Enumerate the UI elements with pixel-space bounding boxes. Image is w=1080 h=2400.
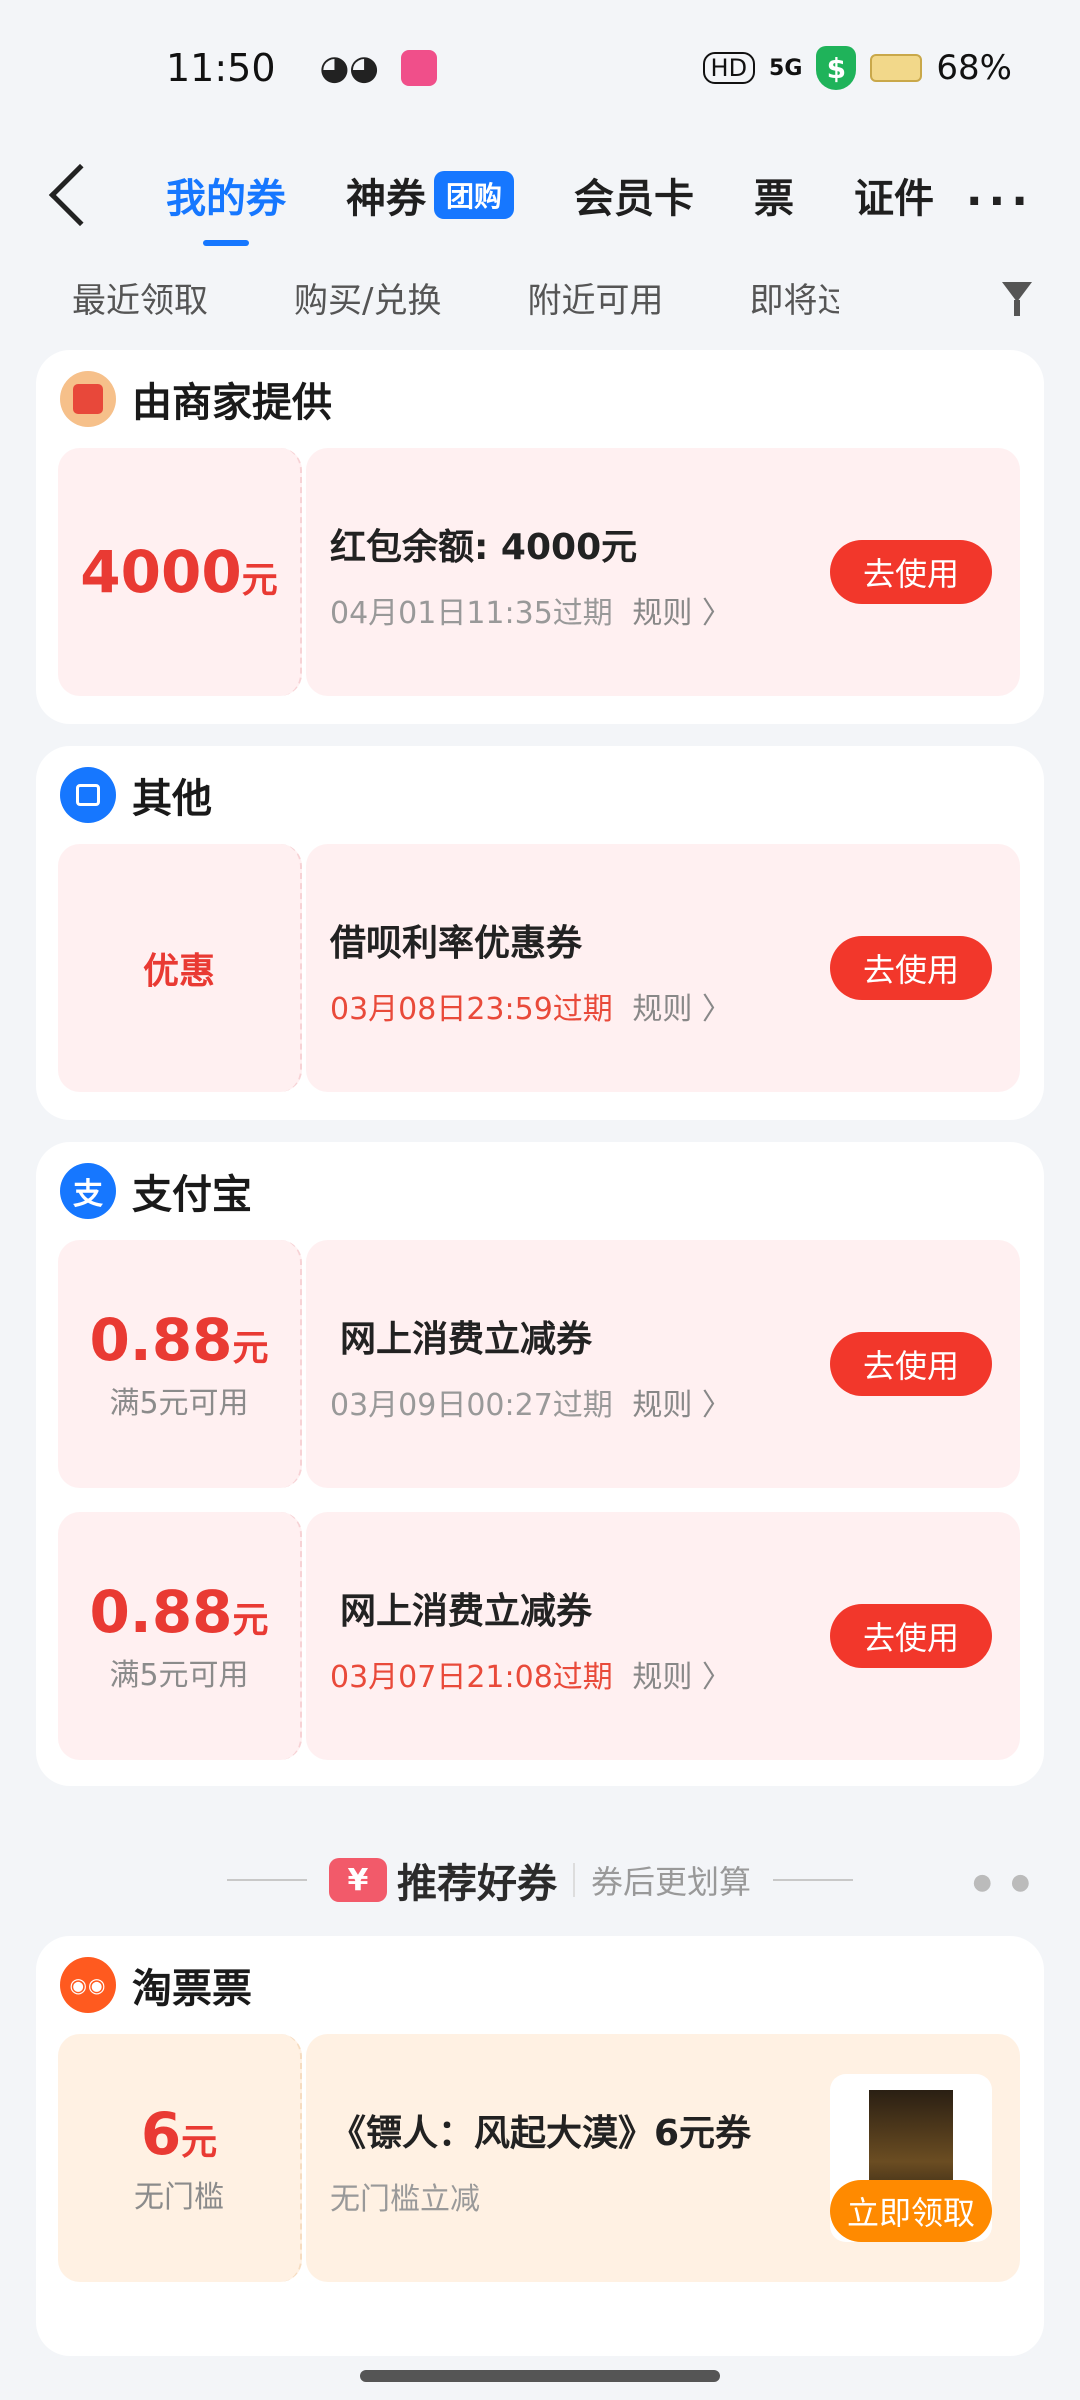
recommend-divider: ¥ 推荐好券 券后更划算 ● ● (0, 1840, 1080, 1920)
home-indicator[interactable] (360, 2370, 720, 2382)
coupon-card[interactable]: 6元 无门槛 《镖人：风起大漠》6元券 无门槛立减 立即领取 (58, 2034, 1020, 2282)
filter-expiring-soon[interactable]: 即将过期 (749, 273, 839, 322)
coupon-info-area: 红包余额: 4000元 04月01日11:35过期 规则 〉 去使用 (306, 448, 1020, 696)
store-icon (60, 767, 116, 823)
section-header: 其他 (58, 746, 1022, 844)
coupon-discount-label: 优惠 (142, 951, 215, 992)
section-title: 由商家提供 (132, 380, 332, 426)
rules-link[interactable]: 规则 〉 (632, 992, 732, 1027)
use-coupon-button[interactable]: 去使用 (830, 936, 992, 1000)
coupon-amount-area: 优惠 (58, 844, 302, 1092)
use-coupon-button[interactable]: 去使用 (830, 540, 992, 604)
filter-funnel-icon[interactable] (1002, 282, 1032, 316)
merchant-section: 由商家提供 4000元 红包余额: 4000元 04月01日11:35过期 规则… (36, 350, 1044, 724)
filter-nearby[interactable]: 附近可用 (527, 273, 663, 322)
status-bar: 11:50 ◕◕ HD 5G $ 68% (0, 0, 1080, 136)
coupon-expiry: 03月07日21:08过期 (330, 1660, 613, 1695)
rules-link[interactable]: 规则 〉 (632, 1388, 732, 1423)
tab-membership-cards[interactable]: 会员卡 (574, 166, 694, 224)
recommend-more-dots[interactable]: ● ● (973, 1870, 1036, 1895)
coupon-amount-area: 4000元 (58, 448, 302, 696)
status-right: HD 5G $ 68% (702, 46, 1012, 90)
wechat-icon: ◕◕ (319, 48, 379, 88)
coupon-expiry: 04月01日11:35过期 (330, 596, 613, 631)
red-envelope-icon (60, 371, 116, 427)
recommend-title: 推荐好券 (396, 1861, 557, 1907)
coupon-info-area: 《镖人：风起大漠》6元券 无门槛立减 立即领取 (306, 2034, 1020, 2282)
use-coupon-button[interactable]: 去使用 (830, 1604, 992, 1668)
battery-percent: 68% (936, 48, 1012, 88)
tab-label: 我的券 (166, 176, 286, 222)
divider-separator (572, 1863, 575, 1897)
coupon-card[interactable]: 4000元 红包余额: 4000元 04月01日11:35过期 规则 〉 去使用 (58, 448, 1020, 696)
use-coupon-button[interactable]: 去使用 (830, 1332, 992, 1396)
other-section: 其他 优惠 借呗利率优惠券 03月08日23:59过期 规则 〉 去使用 (36, 746, 1044, 1120)
yuan-tag-icon: ¥ (328, 1858, 387, 1902)
coupon-amount-area: 0.88元 满5元可用 (58, 1240, 302, 1488)
filter-row: 最近领取 购买/兑换 附近可用 即将过期 (0, 262, 1080, 332)
hd-icon: HD (702, 52, 756, 84)
alipay-logo-icon: 支 (60, 1163, 116, 1219)
coupon-info-area: 借呗利率优惠券 03月08日23:59过期 规则 〉 去使用 (306, 844, 1020, 1092)
notification-icons: ◕◕ (320, 48, 437, 88)
tab-label: 会员卡 (574, 176, 695, 222)
rules-link[interactable]: 规则 〉 (632, 596, 732, 631)
coupon-expiry: 03月09日00:27过期 (330, 1388, 613, 1423)
coupon-amount: 4000元 (80, 538, 278, 606)
taobao-icon (400, 50, 437, 86)
coupon-amount: 0.88元 (89, 1306, 269, 1374)
coupon-condition: 满5元可用 (109, 1658, 249, 1693)
tab-label: 神券 (346, 176, 426, 222)
coupon-condition: 满5元可用 (109, 1386, 249, 1421)
rules-link[interactable]: 规则 〉 (632, 1660, 732, 1695)
back-arrow-icon[interactable] (48, 163, 112, 227)
tab-label: 证件 (854, 176, 935, 222)
security-shield-icon: $ (816, 46, 857, 90)
tab-super-coupons[interactable]: 神券 团购 (346, 166, 515, 224)
status-time: 11:50 (166, 46, 276, 90)
more-menu-icon[interactable]: ··· (966, 176, 1034, 227)
coupon-condition: 无门槛 (134, 2180, 224, 2215)
taopiaopiao-section: ◉◉ 淘票票 6元 无门槛 《镖人：风起大漠》6元券 无门槛立减 立即领取 (36, 1936, 1044, 2356)
battery-icon (870, 54, 923, 82)
coupon-info-area: 网上消费立减券 03月07日21:08过期 规则 〉 去使用 (306, 1512, 1020, 1760)
section-title: 其他 (132, 776, 212, 822)
alipay-section: 支 支付宝 0.88元 满5元可用 网上消费立减券 03月09日00:27过期 … (36, 1142, 1044, 1786)
coupon-amount: 6元 (140, 2100, 218, 2168)
section-header: ◉◉ 淘票票 (58, 1936, 1022, 2034)
coupon-amount-area: 0.88元 满5元可用 (58, 1512, 302, 1760)
section-header: 支 支付宝 (58, 1142, 1022, 1240)
filter-recently-received[interactable]: 最近领取 (72, 273, 208, 322)
coupon-card[interactable]: 0.88元 满5元可用 网上消费立减券 03月09日00:27过期 规则 〉 去… (58, 1240, 1020, 1488)
tab-tickets[interactable]: 票 (754, 166, 794, 224)
coupon-info-area: 网上消费立减券 03月09日00:27过期 规则 〉 去使用 (306, 1240, 1020, 1488)
tab-my-coupons[interactable]: 我的券 (166, 166, 286, 224)
network-label: 5G (769, 55, 803, 81)
coupon-amount: 0.88元 (89, 1578, 269, 1646)
divider-line (226, 1879, 307, 1881)
section-title: 支付宝 (132, 1172, 252, 1218)
coupon-amount-area: 6元 无门槛 (58, 2034, 302, 2282)
coupon-card[interactable]: 0.88元 满5元可用 网上消费立减券 03月07日21:08过期 规则 〉 去… (58, 1512, 1020, 1760)
group-buy-badge: 团购 (434, 171, 515, 219)
section-title: 淘票票 (132, 1966, 252, 2012)
claim-coupon-button[interactable]: 立即领取 (830, 2180, 992, 2242)
section-header: 由商家提供 (58, 350, 1022, 448)
divider-line (773, 1879, 853, 1881)
filter-purchase-exchange[interactable]: 购买/兑换 (294, 273, 441, 322)
tab-certificates[interactable]: 证件 (854, 166, 934, 224)
tab-label: 票 (754, 176, 795, 222)
recommend-subtitle: 券后更划算 (590, 1863, 751, 1901)
coupon-card[interactable]: 优惠 借呗利率优惠券 03月08日23:59过期 规则 〉 去使用 (58, 844, 1020, 1092)
taopiaopiao-logo-icon: ◉◉ (60, 1957, 116, 2013)
top-nav: 我的券 神券 团购 会员卡 票 证件 ··· (0, 150, 1080, 240)
coupon-expiry: 03月08日23:59过期 (330, 992, 613, 1027)
